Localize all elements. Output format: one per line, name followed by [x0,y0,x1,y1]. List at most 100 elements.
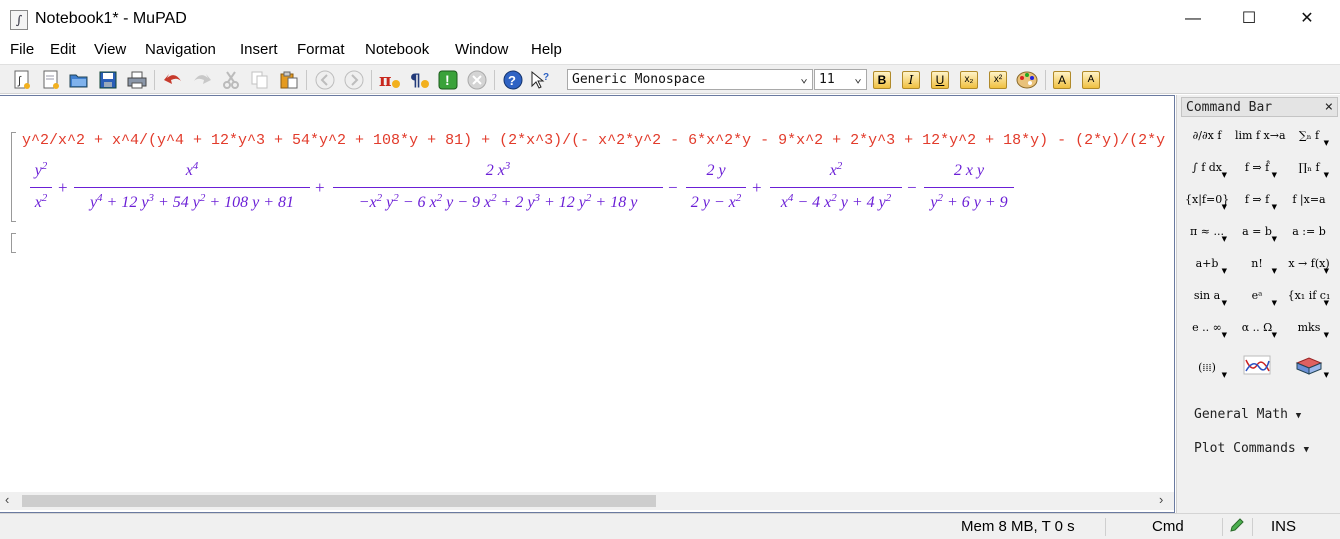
close-icon[interactable]: × [1325,99,1333,115]
empty-input-bracket[interactable] [11,233,16,253]
subscript-button[interactable]: x₂ [960,71,978,89]
menu-insert[interactable]: Insert [240,41,278,58]
evaluate-icon[interactable]: ! [437,69,459,91]
toolbar: ∫ π ¶ ! ? ? Generic Monospace ⌄ 11 ⌄ B I… [0,64,1340,94]
fraction-numerator: 2 x3 [485,160,511,179]
units-button[interactable]: mks ▼ [1287,315,1331,341]
assign-button[interactable]: a := b [1287,219,1331,245]
sum-button[interactable]: ∑ₙ f ▼ [1287,123,1331,149]
factorial-button[interactable]: n! ▼ [1235,251,1279,277]
fraction-term-5: x2 x4 − 4 x2 y + 4 y2 [770,158,902,216]
superscript-button[interactable]: x² [989,71,1007,89]
piecewise-button[interactable]: {x₁ if c₁ ▼ [1287,283,1331,309]
print-icon[interactable] [126,69,148,91]
simplify-button[interactable]: f ⇒ f ▼ [1235,187,1279,213]
svg-text:!: ! [445,72,450,88]
matrix-button[interactable]: (⁞⁞⁞) ▼ [1185,355,1229,381]
dropdown-arrow-icon: ▼ [1271,171,1277,179]
font-family-select[interactable]: Generic Monospace ⌄ [567,69,813,90]
derivative-button[interactable]: ∂/∂x f [1185,123,1229,149]
transform-label: f ⇒ f̂ [1244,161,1270,174]
constants-button[interactable]: e .. ∞ ▼ [1185,315,1229,341]
context-help-icon[interactable]: ? [530,69,552,91]
new-editor-icon[interactable] [40,69,62,91]
minimize-button[interactable]: — [1170,4,1216,34]
forward-icon[interactable] [343,69,365,91]
menu-format[interactable]: Format [297,41,345,58]
limit-label: lim f x→a [1235,129,1286,142]
back-icon[interactable] [314,69,336,91]
scrollbar-thumb[interactable] [22,495,656,507]
fraction-denominator: 2 y − x2 [690,192,742,211]
scroll-right-icon[interactable]: › [1159,492,1163,507]
copy-icon[interactable] [249,69,271,91]
evaluate-at-button[interactable]: f |x=a [1287,187,1331,213]
decrease-font-button[interactable]: A [1082,71,1100,89]
dropdown-arrow-icon: ▼ [1323,331,1329,339]
operators-button[interactable]: a+b ▼ [1185,251,1229,277]
underline-button[interactable]: U [931,71,949,89]
plot-3d-button[interactable]: ▼ [1287,355,1331,381]
menu-file[interactable]: File [10,41,34,58]
general-math-menu[interactable]: General Math ▼ [1194,407,1301,422]
fraction-numerator: x2 [829,160,843,179]
dropdown-arrow-icon: ▼ [1323,267,1329,275]
svg-text:?: ? [543,72,549,83]
stop-icon[interactable] [466,69,488,91]
dropdown-arrow-icon: ▼ [1271,299,1277,307]
scroll-left-icon[interactable]: ‹ [5,492,9,507]
status-separator [1222,518,1223,536]
maximize-button[interactable]: ☐ [1226,4,1272,34]
increase-font-button[interactable]: A [1053,71,1071,89]
approximate-label: π ≈ ... [1190,225,1224,238]
command-input-line[interactable]: y^2/x^2 + x^4/(y^4 + 12*y^3 + 54*y^2 + 1… [22,132,1174,149]
dropdown-arrow-icon: ▼ [1271,203,1277,211]
bold-button[interactable]: B [873,71,891,89]
menu-notebook[interactable]: Notebook [365,41,429,58]
close-button[interactable]: ✕ [1284,4,1330,34]
color-palette-icon[interactable] [1016,69,1038,91]
italic-button[interactable]: I [902,71,920,89]
redo-icon[interactable] [191,69,213,91]
trig-button[interactable]: sin a ▼ [1185,283,1229,309]
new-notebook-icon[interactable]: ∫ [11,69,33,91]
solve-button[interactable]: {x|f=0} ▼ [1185,187,1229,213]
plot-2d-button[interactable] [1235,355,1279,381]
function-button[interactable]: x → f(x) ▼ [1287,251,1331,277]
menu-window[interactable]: Window [455,41,508,58]
product-button[interactable]: ∏ₙ f ▼ [1287,155,1331,181]
menu-view[interactable]: View [94,41,126,58]
svg-text:¶: ¶ [410,71,421,90]
command-bar-title: Command Bar [1186,100,1273,115]
fraction-bar [30,187,52,188]
horizontal-scrollbar[interactable]: ‹ › [0,492,1174,510]
open-icon[interactable] [68,69,90,91]
greek-letters-button[interactable]: α .. Ω ▼ [1235,315,1279,341]
fraction-term-2: x4 y4 + 12 y3 + 54 y2 + 108 y + 81 [74,158,310,216]
equation-button[interactable]: a = b ▼ [1235,219,1279,245]
menu-edit[interactable]: Edit [50,41,76,58]
menu-navigation[interactable]: Navigation [145,41,216,58]
help-icon[interactable]: ? [502,69,524,91]
menu-help[interactable]: Help [531,41,562,58]
svg-text:?: ? [508,73,516,88]
integral-button[interactable]: ∫ f dx ▼ [1185,155,1229,181]
fraction-denominator: −x2 y2 − 6 x2 y − 9 x2 + 2 y3 + 12 y2 + … [358,192,638,211]
plot-commands-menu[interactable]: Plot Commands ▼ [1194,441,1309,456]
notebook-area[interactable]: y^2/x^2 + x^4/(y^4 + 12*y^3 + 54*y^2 + 1… [0,95,1175,513]
insert-calculation-icon[interactable]: π [379,69,401,91]
units-label: mks [1297,321,1321,334]
save-icon[interactable] [97,69,119,91]
status-separator [1252,518,1253,536]
fraction-denominator: x2 [34,192,48,211]
approximate-button[interactable]: π ≈ ... ▼ [1185,219,1229,245]
insert-text-icon[interactable]: ¶ [408,69,430,91]
paste-icon[interactable] [278,69,300,91]
font-size-select[interactable]: 11 ⌄ [814,69,867,90]
dropdown-arrow-icon: ▼ [1323,371,1329,379]
undo-icon[interactable] [162,69,184,91]
exponential-button[interactable]: eᵃ ▼ [1235,283,1279,309]
limit-button[interactable]: lim f x→a [1235,123,1286,149]
cut-icon[interactable] [220,69,242,91]
transform-button[interactable]: f ⇒ f̂ ▼ [1235,155,1279,181]
